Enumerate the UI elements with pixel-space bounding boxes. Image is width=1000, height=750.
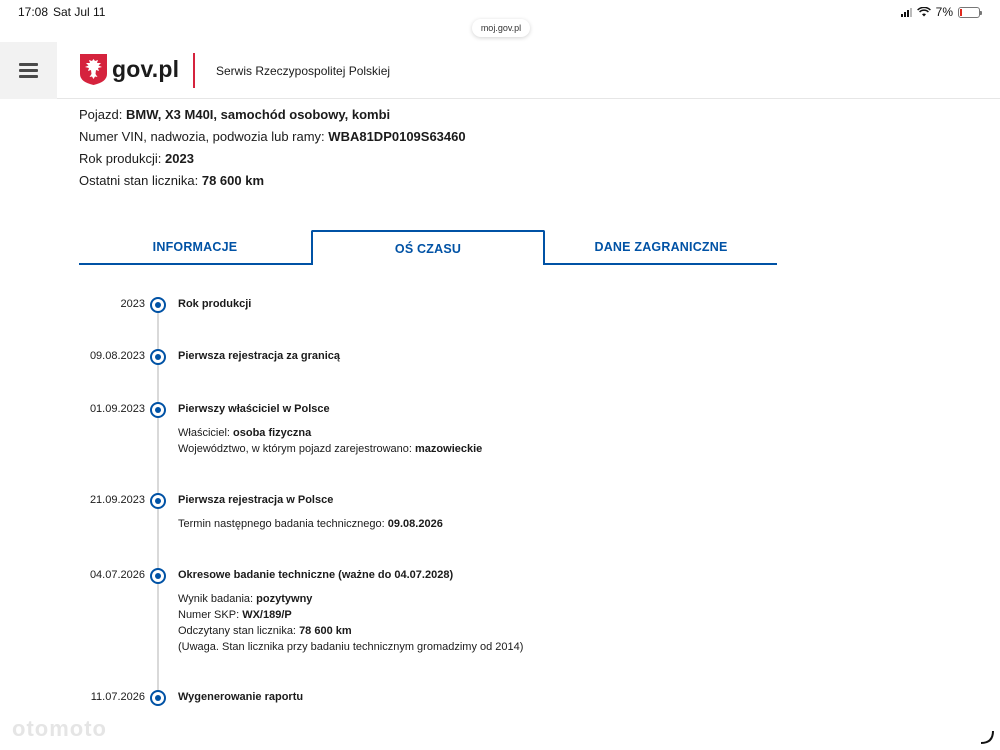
timeline-date: 01.09.2023 (89, 403, 145, 415)
owner-value: osoba fizyczna (233, 427, 312, 439)
skp-number-label: Numer SKP: (178, 609, 240, 621)
odometer-reading-label: Odczytany stan licznika: (178, 625, 296, 637)
timeline-dot-icon (150, 349, 166, 365)
odometer-reading-value: 78 600 km (299, 625, 352, 637)
timeline-title: Pierwsza rejestracja w Polsce (178, 494, 334, 506)
timeline-date: 04.07.2026 (89, 569, 145, 581)
timeline-details: Wynik badania: pozytywny Numer SKP: WX/1… (178, 591, 523, 655)
timeline-date: 2023 (120, 298, 145, 310)
timeline-details: Termin następnego badania technicznego: … (178, 516, 443, 532)
timeline-title: Rok produkcji (178, 298, 252, 310)
otomoto-watermark: otomoto (12, 716, 107, 741)
timeline-title: Pierwszy właściciel w Polsce (178, 403, 330, 415)
timeline-date: 11.07.2026 (90, 691, 145, 703)
timeline-details: Właściciel: osoba fizyczna Województwo, … (178, 425, 482, 457)
voivodeship-value: mazowieckie (415, 443, 483, 455)
inspection-result-label: Wynik badania: (178, 593, 254, 605)
timeline-title: Wygenerowanie raportu (178, 691, 304, 703)
next-inspection-value: 09.08.2026 (387, 518, 443, 530)
timeline-date: 09.08.2023 (89, 350, 145, 362)
timeline: 2023 Rok produkcji 09.08.2023 Pierwsza r… (0, 0, 1000, 750)
inspection-result-value: pozytywny (256, 593, 313, 605)
owner-label: Właściciel: (178, 427, 230, 439)
timeline-dot-icon (150, 297, 166, 313)
tab-os-czasu[interactable]: OŚ CZASU (311, 230, 545, 265)
next-inspection-label: Termin następnego badania technicznego: (178, 518, 385, 530)
timeline-title: Pierwsza rejestracja za granicą (178, 350, 341, 362)
scroll-corner-icon (980, 730, 994, 744)
timeline-dot-icon (150, 493, 166, 509)
odometer-note: (Uwaga. Stan licznika przy badaniu techn… (178, 641, 524, 653)
timeline-dot-icon (150, 690, 166, 706)
voivodeship-label: Województwo, w którym pojazd zarejestrow… (178, 443, 412, 455)
timeline-title: Okresowe badanie techniczne (ważne do 04… (178, 569, 454, 581)
skp-number-value: WX/189/P (242, 609, 292, 621)
timeline-dot-icon (150, 568, 166, 584)
timeline-dot-icon (150, 402, 166, 418)
timeline-date: 21.09.2023 (89, 494, 145, 506)
